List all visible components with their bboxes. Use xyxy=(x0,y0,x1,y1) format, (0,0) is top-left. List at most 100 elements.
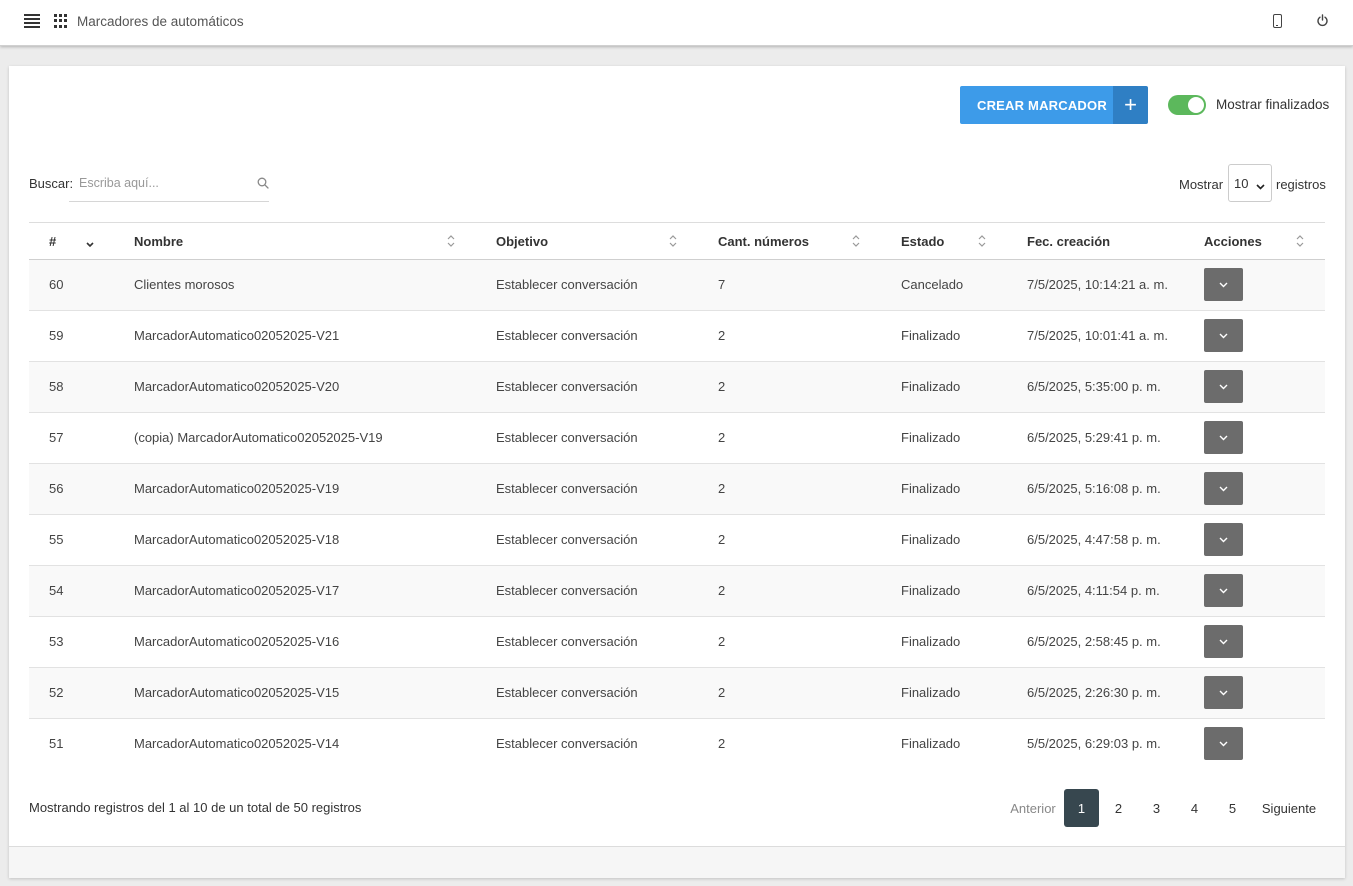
column-header-id[interactable]: # xyxy=(49,234,56,249)
search-input[interactable] xyxy=(69,168,244,198)
row-count: 2 xyxy=(718,430,726,445)
chevron-down-icon xyxy=(1219,741,1228,746)
row-status: Finalizado xyxy=(901,481,961,496)
chevron-down-icon xyxy=(1219,690,1228,695)
row-name: MarcadorAutomatico02052025-V21 xyxy=(134,328,340,343)
column-header-name[interactable]: Nombre xyxy=(134,234,183,249)
row-actions-button[interactable] xyxy=(1204,319,1243,352)
row-actions-button[interactable] xyxy=(1204,727,1243,760)
row-actions-button[interactable] xyxy=(1204,523,1243,556)
row-status: Cancelado xyxy=(901,277,964,292)
power-icon[interactable] xyxy=(1316,14,1329,27)
table-row: 56 MarcadorAutomatico02052025-V19 Establ… xyxy=(29,464,1325,515)
row-count: 2 xyxy=(718,736,726,751)
row-name: Clientes morosos xyxy=(134,277,235,292)
row-created: 6/5/2025, 2:58:45 p. m. xyxy=(1027,634,1161,649)
row-actions-button[interactable] xyxy=(1204,676,1243,709)
dialers-table: # Nombre Objetivo Cant. números Estado F… xyxy=(29,222,1325,770)
row-id: 55 xyxy=(49,532,64,547)
sort-icon[interactable] xyxy=(669,234,677,248)
sort-icon[interactable] xyxy=(447,234,455,248)
table-row: 57 (copia) MarcadorAutomatico02052025-V1… xyxy=(29,413,1325,464)
row-actions-button[interactable] xyxy=(1204,268,1243,301)
row-count: 2 xyxy=(718,328,726,343)
row-goal: Establecer conversación xyxy=(496,736,638,751)
chevron-down-icon xyxy=(1219,384,1228,389)
chevron-down-icon xyxy=(1219,486,1228,491)
row-name: MarcadorAutomatico02052025-V15 xyxy=(134,685,340,700)
pagination-page-1[interactable]: 1 xyxy=(1064,789,1099,827)
column-header-actions[interactable]: Acciones xyxy=(1204,234,1262,249)
phone-icon[interactable] xyxy=(1273,14,1282,28)
table-row: 58 MarcadorAutomatico02052025-V20 Establ… xyxy=(29,362,1325,413)
table-row: 59 MarcadorAutomatico02052025-V21 Establ… xyxy=(29,311,1325,362)
row-created: 6/5/2025, 4:11:54 p. m. xyxy=(1027,583,1160,598)
row-goal: Establecer conversación xyxy=(496,685,638,700)
row-count: 2 xyxy=(718,685,726,700)
search-label: Buscar: xyxy=(29,176,74,191)
create-dialer-button[interactable]: CREAR MARCADOR + xyxy=(960,86,1148,124)
table-info: Mostrando registros del 1 al 10 de un to… xyxy=(29,800,362,815)
row-actions-button[interactable] xyxy=(1204,574,1243,607)
show-finished-toggle[interactable] xyxy=(1168,95,1206,115)
apps-icon[interactable] xyxy=(54,14,68,28)
pagination-page-5[interactable]: 5 xyxy=(1215,789,1250,827)
row-id: 52 xyxy=(49,685,64,700)
row-goal: Establecer conversación xyxy=(496,430,638,445)
row-id: 53 xyxy=(49,634,64,649)
row-actions-button[interactable] xyxy=(1204,370,1243,403)
row-created: 6/5/2025, 5:35:00 p. m. xyxy=(1027,379,1161,394)
pagination-page-3[interactable]: 3 xyxy=(1139,789,1174,827)
column-header-status[interactable]: Estado xyxy=(901,234,944,249)
row-goal: Establecer conversación xyxy=(496,277,638,292)
row-created: 6/5/2025, 5:16:08 p. m. xyxy=(1027,481,1161,496)
search-icon[interactable] xyxy=(257,177,269,189)
row-status: Finalizado xyxy=(901,379,961,394)
row-id: 56 xyxy=(49,481,64,496)
sort-icon[interactable] xyxy=(1296,234,1304,248)
row-goal: Establecer conversación xyxy=(496,379,638,394)
column-header-created[interactable]: Fec. creación xyxy=(1027,234,1110,249)
row-actions-button[interactable] xyxy=(1204,421,1243,454)
table-body: 60 Clientes morosos Establecer conversac… xyxy=(29,260,1325,770)
row-id: 51 xyxy=(49,736,64,751)
pagination-page-4[interactable]: 4 xyxy=(1177,789,1212,827)
sort-icon[interactable] xyxy=(978,234,986,248)
column-header-count[interactable]: Cant. números xyxy=(718,234,809,249)
show-finished-label: Mostrar finalizados xyxy=(1216,97,1330,112)
row-created: 6/5/2025, 5:29:41 p. m. xyxy=(1027,430,1161,445)
length-suffix: registros xyxy=(1276,177,1326,192)
row-status: Finalizado xyxy=(901,583,961,598)
pagination-page-2[interactable]: 2 xyxy=(1101,789,1136,827)
row-goal: Establecer conversación xyxy=(496,583,638,598)
card-footer xyxy=(9,846,1345,878)
table-row: 55 MarcadorAutomatico02052025-V18 Establ… xyxy=(29,515,1325,566)
pagination-next[interactable]: Siguiente xyxy=(1257,789,1321,827)
page-length-select[interactable]: 10 xyxy=(1228,164,1272,202)
table-row: 53 MarcadorAutomatico02052025-V16 Establ… xyxy=(29,617,1325,668)
row-actions-button[interactable] xyxy=(1204,625,1243,658)
sort-icon[interactable] xyxy=(852,234,860,248)
menu-icon[interactable] xyxy=(24,14,40,28)
row-count: 7 xyxy=(718,277,726,292)
row-actions-button[interactable] xyxy=(1204,472,1243,505)
table-row: 51 MarcadorAutomatico02052025-V14 Establ… xyxy=(29,719,1325,770)
row-count: 2 xyxy=(718,379,726,394)
column-header-goal[interactable]: Objetivo xyxy=(496,234,548,249)
row-name: MarcadorAutomatico02052025-V20 xyxy=(134,379,340,394)
row-name: MarcadorAutomatico02052025-V16 xyxy=(134,634,340,649)
row-goal: Establecer conversación xyxy=(496,634,638,649)
plus-icon: + xyxy=(1113,86,1148,124)
create-dialer-label: CREAR MARCADOR xyxy=(960,86,1113,124)
pagination-previous[interactable]: Anterior xyxy=(1005,789,1061,827)
row-status: Finalizado xyxy=(901,685,961,700)
row-count: 2 xyxy=(718,481,726,496)
table-row: 54 MarcadorAutomatico02052025-V17 Establ… xyxy=(29,566,1325,617)
sort-desc-icon[interactable] xyxy=(86,236,94,250)
row-name: MarcadorAutomatico02052025-V14 xyxy=(134,736,340,751)
chevron-down-icon xyxy=(1219,333,1228,338)
row-goal: Establecer conversación xyxy=(496,532,638,547)
row-created: 5/5/2025, 6:29:03 p. m. xyxy=(1027,736,1161,751)
table-header: # Nombre Objetivo Cant. números Estado F… xyxy=(29,222,1325,260)
row-created: 6/5/2025, 4:47:58 p. m. xyxy=(1027,532,1161,547)
